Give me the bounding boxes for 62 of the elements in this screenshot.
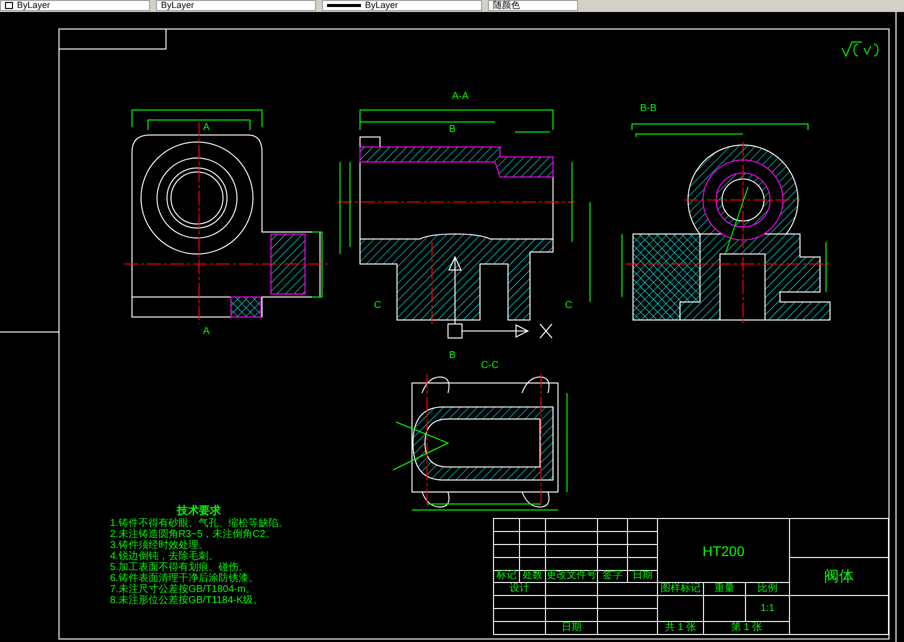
title-block-cell: 重量 <box>704 583 746 596</box>
view-label: A-A <box>452 91 469 102</box>
dropdown-label: ByLayer <box>161 1 194 10</box>
title-block-cell: 第 1 张 <box>704 622 790 635</box>
title-block-cell <box>546 583 598 596</box>
lineweight-swatch-icon <box>327 4 361 7</box>
section-mark: B <box>449 124 456 135</box>
title-block-cell: 签字 <box>598 570 628 584</box>
dropdown-label: ByLayer <box>365 1 398 10</box>
requirement-item: 6.铸件表面清理干净后涂防锈漆。 <box>110 573 260 584</box>
section-mark: C <box>565 300 572 311</box>
requirement-item: 8.未注形位公差按GB/T1184-K级。 <box>110 595 264 606</box>
title-block-cell: 日期 <box>628 570 658 584</box>
material-cell: HT200 <box>658 519 790 584</box>
property-dropdown[interactable]: ByLayer <box>322 0 482 11</box>
requirement-item: 2.未注铸造圆角R3~5，未注倒角C2。 <box>110 529 276 540</box>
property-dropdown[interactable]: ByLayer <box>0 0 150 11</box>
title-block-cell <box>598 583 658 596</box>
requirement-item: 5.加工表面不得有划痕、碰伤。 <box>110 562 250 573</box>
requirement-item: 3.铸件须经时效处理。 <box>110 540 210 551</box>
title-block-cell <box>520 544 546 558</box>
title-block-cell: 比例 <box>746 583 790 596</box>
title-block-cell: 图样标记 <box>658 583 704 596</box>
title-block-cell <box>598 558 628 571</box>
section-mark: B <box>449 350 456 361</box>
requirements-title: 技术要求 <box>177 505 222 518</box>
requirement-item: 7.未注尺寸公差按GB/T1804-m。 <box>110 584 257 595</box>
title-block-cell <box>520 532 546 545</box>
title-block-cell: 共 1 张 <box>658 622 704 635</box>
section-mark: C <box>374 300 382 311</box>
title-block-cell: 处数 <box>520 570 546 584</box>
title-block-cell <box>546 544 598 558</box>
section-mark: A <box>203 122 210 133</box>
title-block-cell <box>598 609 658 622</box>
requirement-item: 1.铸件不得有砂眼、气孔、缩松等缺陷。 <box>110 518 288 529</box>
title-block-cell <box>546 558 598 571</box>
title-block-cell <box>546 532 598 545</box>
dropdown-label: ByLayer <box>17 1 50 10</box>
requirement-item: 4.锐边倒钝，去除毛刺。 <box>110 551 220 562</box>
title-block-cell: 日期 <box>546 622 598 635</box>
title-block-cell <box>628 558 658 571</box>
title-block-cell: 更改文件号 <box>546 570 598 584</box>
title-block-cell: 1:1 <box>746 596 790 622</box>
color-swatch-icon <box>5 2 13 9</box>
title-block-cell <box>546 596 598 610</box>
title-block-cell <box>598 544 628 558</box>
view-label: C-C <box>481 360 499 371</box>
part-name-cell: 阀体 <box>790 558 889 596</box>
property-dropdown[interactable]: ByLayer <box>156 0 316 11</box>
view-label: B-B <box>640 103 657 114</box>
title-block-cell <box>628 532 658 545</box>
title-block-cell <box>704 596 746 622</box>
title-block-cell <box>520 558 546 571</box>
roughness-symbol-icon <box>842 42 878 56</box>
title-block-cell <box>598 596 658 610</box>
title-block-cell <box>658 596 704 622</box>
title-block-cell <box>598 532 628 545</box>
title-block-cell: 标记 <box>494 570 520 584</box>
section-mark: A <box>203 326 210 337</box>
title-block-cell <box>628 544 658 558</box>
title-block-cell: 设计 <box>494 583 546 596</box>
title-block-cell <box>546 609 598 622</box>
